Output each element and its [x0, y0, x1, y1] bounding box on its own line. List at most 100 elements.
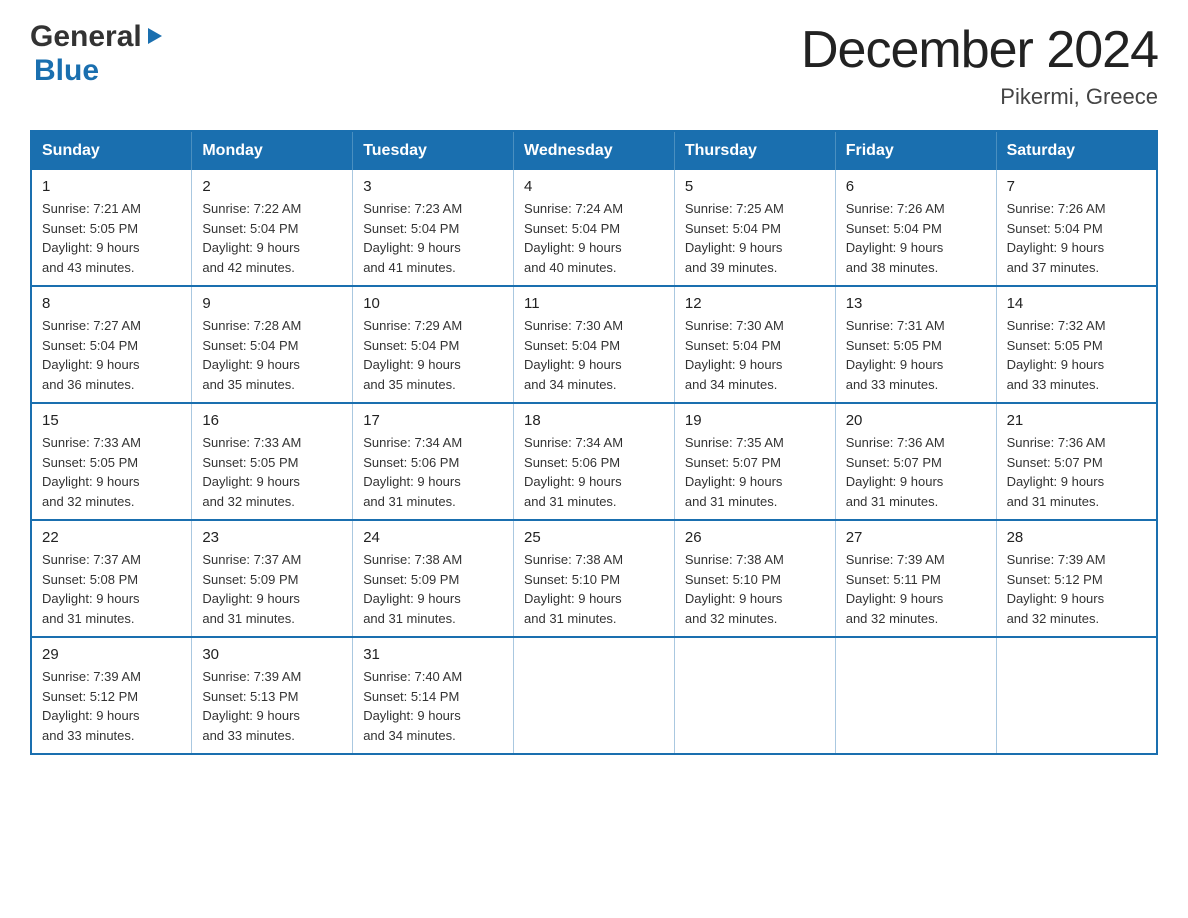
calendar-cell: 16Sunrise: 7:33 AMSunset: 5:05 PMDayligh… [192, 403, 353, 520]
calendar-week-row: 15 Sunrise: 7:33 AMSunset: 5:05 PMDayligh… [31, 403, 1157, 520]
calendar-cell: 10 Sunrise: 7:29 AMSunset: 5:04 PMDayligh… [353, 286, 514, 403]
day-number: 9 [202, 295, 342, 312]
day-number: 24 [363, 529, 503, 546]
day-number: 6 [846, 178, 986, 195]
calendar-cell: 27 Sunrise: 7:39 AMSunset: 5:11 PMDayligh… [835, 520, 996, 637]
day-info: Sunrise: 7:39 AMSunset: 5:12 PMDaylight:… [42, 667, 181, 745]
day-number: 20 [846, 412, 986, 429]
calendar-cell: 21 Sunrise: 7:36 AMSunset: 5:07 PMDayligh… [996, 403, 1157, 520]
day-number: 10 [363, 295, 503, 312]
calendar-cell: 8 Sunrise: 7:27 AMSunset: 5:04 PMDaylight… [31, 286, 192, 403]
day-number: 14 [1007, 295, 1146, 312]
calendar-cell: 2 Sunrise: 7:22 AMSunset: 5:04 PMDaylight… [192, 170, 353, 286]
calendar-week-row: 22 Sunrise: 7:37 AMSunset: 5:08 PMDayligh… [31, 520, 1157, 637]
day-info: Sunrise: 7:36 AMSunset: 5:07 PMDaylight:… [1007, 433, 1146, 511]
day-number: 31 [363, 646, 503, 663]
col-friday: Friday [835, 131, 996, 170]
day-info: Sunrise: 7:35 AMSunset: 5:07 PMDaylight:… [685, 433, 825, 511]
calendar-cell: 29Sunrise: 7:39 AMSunset: 5:12 PMDayligh… [31, 637, 192, 754]
calendar-table: Sunday Monday Tuesday Wednesday Thursday… [30, 130, 1158, 755]
day-info: Sunrise: 7:39 AMSunset: 5:13 PMDaylight:… [202, 667, 342, 745]
day-info: Sunrise: 7:26 AMSunset: 5:04 PMDaylight:… [1007, 199, 1146, 277]
day-number: 7 [1007, 178, 1146, 195]
day-info: Sunrise: 7:30 AMSunset: 5:04 PMDaylight:… [524, 316, 664, 394]
day-number: 22 [42, 529, 181, 546]
day-info: Sunrise: 7:22 AMSunset: 5:04 PMDaylight:… [202, 199, 342, 277]
col-tuesday: Tuesday [353, 131, 514, 170]
calendar-week-row: 29Sunrise: 7:39 AMSunset: 5:12 PMDayligh… [31, 637, 1157, 754]
calendar-cell: 9 Sunrise: 7:28 AMSunset: 5:04 PMDaylight… [192, 286, 353, 403]
day-info: Sunrise: 7:23 AMSunset: 5:04 PMDaylight:… [363, 199, 503, 277]
day-number: 11 [524, 295, 664, 312]
day-number: 1 [42, 178, 181, 195]
calendar-cell: 12Sunrise: 7:30 AMSunset: 5:04 PMDayligh… [674, 286, 835, 403]
calendar-cell: 11 Sunrise: 7:30 AMSunset: 5:04 PMDayligh… [514, 286, 675, 403]
calendar-cell [835, 637, 996, 754]
calendar-cell: 22 Sunrise: 7:37 AMSunset: 5:08 PMDayligh… [31, 520, 192, 637]
day-number: 3 [363, 178, 503, 195]
day-info: Sunrise: 7:30 AMSunset: 5:04 PMDaylight:… [685, 316, 825, 394]
day-number: 8 [42, 295, 181, 312]
day-number: 5 [685, 178, 825, 195]
calendar-cell: 14 Sunrise: 7:32 AMSunset: 5:05 PMDayligh… [996, 286, 1157, 403]
day-number: 25 [524, 529, 664, 546]
calendar-cell [514, 637, 675, 754]
day-info: Sunrise: 7:38 AMSunset: 5:10 PMDaylight:… [685, 550, 825, 628]
logo-arrow-icon [144, 26, 164, 46]
day-info: Sunrise: 7:36 AMSunset: 5:07 PMDaylight:… [846, 433, 986, 511]
col-thursday: Thursday [674, 131, 835, 170]
calendar-cell: 25Sunrise: 7:38 AMSunset: 5:10 PMDayligh… [514, 520, 675, 637]
location: Pikermi, Greece [801, 84, 1158, 110]
day-number: 18 [524, 412, 664, 429]
col-monday: Monday [192, 131, 353, 170]
day-info: Sunrise: 7:37 AMSunset: 5:09 PMDaylight:… [202, 550, 342, 628]
col-sunday: Sunday [31, 131, 192, 170]
day-info: Sunrise: 7:26 AMSunset: 5:04 PMDaylight:… [846, 199, 986, 277]
calendar-cell: 15 Sunrise: 7:33 AMSunset: 5:05 PMDayligh… [31, 403, 192, 520]
day-info: Sunrise: 7:29 AMSunset: 5:04 PMDaylight:… [363, 316, 503, 394]
day-info: Sunrise: 7:37 AMSunset: 5:08 PMDaylight:… [42, 550, 181, 628]
day-info: Sunrise: 7:38 AMSunset: 5:09 PMDaylight:… [363, 550, 503, 628]
calendar-cell: 5 Sunrise: 7:25 AMSunset: 5:04 PMDaylight… [674, 170, 835, 286]
col-saturday: Saturday [996, 131, 1157, 170]
page-header: General Blue December 2024 Pikermi, Gree… [30, 20, 1158, 110]
day-info: Sunrise: 7:28 AMSunset: 5:04 PMDaylight:… [202, 316, 342, 394]
logo-blue-text: Blue [34, 54, 99, 88]
month-title: December 2024 [801, 20, 1158, 80]
calendar-cell: 24 Sunrise: 7:38 AMSunset: 5:09 PMDayligh… [353, 520, 514, 637]
col-wednesday: Wednesday [514, 131, 675, 170]
day-info: Sunrise: 7:21 AMSunset: 5:05 PMDaylight:… [42, 199, 181, 277]
day-info: Sunrise: 7:39 AMSunset: 5:11 PMDaylight:… [846, 550, 986, 628]
day-info: Sunrise: 7:34 AMSunset: 5:06 PMDaylight:… [524, 433, 664, 511]
logo-general-text: General [30, 20, 142, 54]
day-number: 16 [202, 412, 342, 429]
day-info: Sunrise: 7:33 AMSunset: 5:05 PMDaylight:… [42, 433, 181, 511]
calendar-cell: 20 Sunrise: 7:36 AMSunset: 5:07 PMDayligh… [835, 403, 996, 520]
logo: General Blue [30, 20, 164, 88]
day-number: 2 [202, 178, 342, 195]
day-info: Sunrise: 7:25 AMSunset: 5:04 PMDaylight:… [685, 199, 825, 277]
calendar-cell: 17Sunrise: 7:34 AMSunset: 5:06 PMDayligh… [353, 403, 514, 520]
calendar-cell: 4Sunrise: 7:24 AMSunset: 5:04 PMDaylight… [514, 170, 675, 286]
day-number: 13 [846, 295, 986, 312]
day-number: 26 [685, 529, 825, 546]
calendar-cell [996, 637, 1157, 754]
day-number: 23 [202, 529, 342, 546]
calendar-cell: 3 Sunrise: 7:23 AMSunset: 5:04 PMDaylight… [353, 170, 514, 286]
day-number: 15 [42, 412, 181, 429]
calendar-week-row: 1 Sunrise: 7:21 AMSunset: 5:05 PMDaylight… [31, 170, 1157, 286]
calendar-cell [674, 637, 835, 754]
day-number: 21 [1007, 412, 1146, 429]
day-number: 27 [846, 529, 986, 546]
day-number: 30 [202, 646, 342, 663]
calendar-cell: 28Sunrise: 7:39 AMSunset: 5:12 PMDayligh… [996, 520, 1157, 637]
day-number: 17 [363, 412, 503, 429]
day-info: Sunrise: 7:32 AMSunset: 5:05 PMDaylight:… [1007, 316, 1146, 394]
calendar-cell: 23 Sunrise: 7:37 AMSunset: 5:09 PMDayligh… [192, 520, 353, 637]
day-info: Sunrise: 7:31 AMSunset: 5:05 PMDaylight:… [846, 316, 986, 394]
calendar-cell: 1 Sunrise: 7:21 AMSunset: 5:05 PMDaylight… [31, 170, 192, 286]
day-number: 19 [685, 412, 825, 429]
day-info: Sunrise: 7:24 AMSunset: 5:04 PMDaylight:… [524, 199, 664, 277]
day-info: Sunrise: 7:27 AMSunset: 5:04 PMDaylight:… [42, 316, 181, 394]
day-info: Sunrise: 7:39 AMSunset: 5:12 PMDaylight:… [1007, 550, 1146, 628]
